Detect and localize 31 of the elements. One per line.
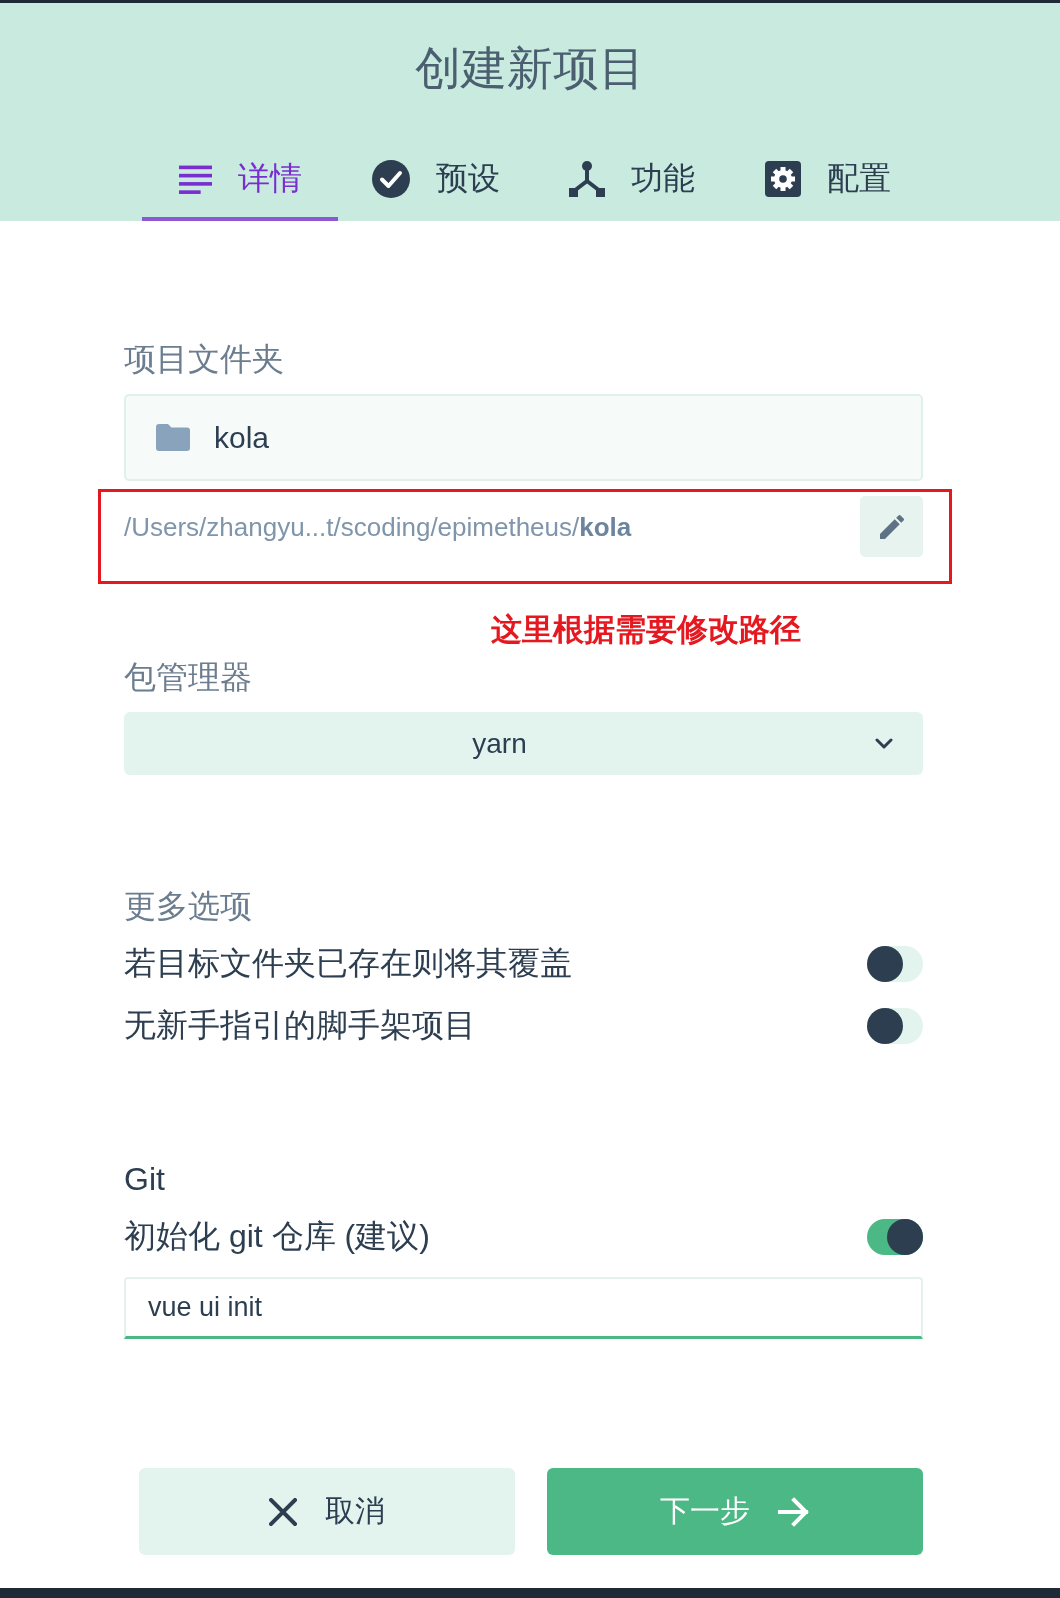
tab[interactable]: 配置 <box>730 141 926 221</box>
toggle-switch[interactable] <box>867 1219 923 1255</box>
option-label: 无新手指引的脚手架项目 <box>124 1006 476 1045</box>
gear-icon <box>765 161 801 197</box>
option-label: 初始化 git 仓库 (建议) <box>124 1217 430 1256</box>
commit-message-field[interactable]: vue ui init <box>124 1277 923 1339</box>
arrow-right-icon <box>778 1496 810 1527</box>
check-circle-icon <box>372 160 410 198</box>
edit-path-button[interactable] <box>860 496 923 557</box>
toggle-switch[interactable] <box>867 946 923 982</box>
pencil-icon <box>879 514 904 539</box>
option-label: 若目标文件夹已存在则将其覆盖 <box>124 944 572 983</box>
package-manager-select[interactable]: yarn <box>124 712 923 775</box>
cancel-button[interactable]: 取消 <box>139 1468 515 1555</box>
folder-icon <box>156 424 190 451</box>
section-label: Git <box>124 1160 165 1199</box>
list-icon <box>178 164 212 194</box>
close-icon <box>269 1497 297 1526</box>
toggle-switch[interactable] <box>867 1008 923 1044</box>
chevron-down-icon <box>875 738 893 749</box>
tab[interactable]: 预设 <box>338 141 534 221</box>
project-path: /Users/zhangyu...t/scoding/epimetheus/kola <box>124 512 632 542</box>
fork-icon <box>569 161 605 197</box>
tab[interactable]: 详情 <box>142 141 338 221</box>
page-title: 创建新项目 <box>415 41 645 96</box>
annotation-note: 这里根据需要修改路径 <box>491 611 801 649</box>
section-label: 更多选项 <box>124 887 252 926</box>
section-label: 包管理器 <box>124 658 252 697</box>
tab[interactable]: 功能 <box>534 141 730 221</box>
folder-name-field[interactable]: kola <box>124 394 923 481</box>
section-label: 项目文件夹 <box>124 340 284 379</box>
